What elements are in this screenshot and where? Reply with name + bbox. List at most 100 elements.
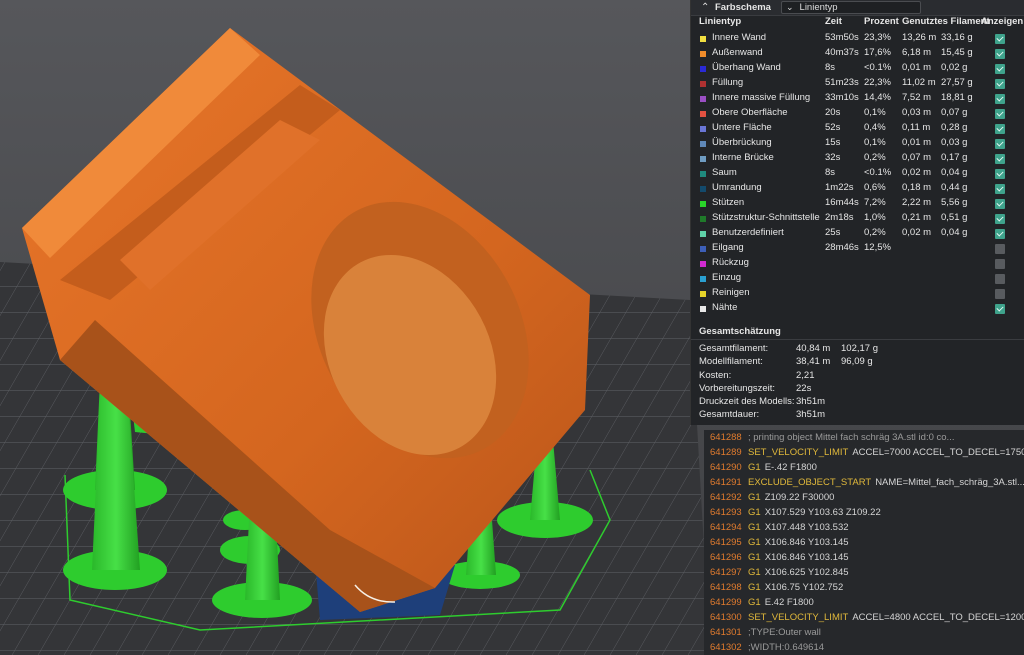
line-type-time: 40m37s (825, 47, 859, 58)
show-checkbox[interactable] (995, 154, 1005, 164)
color-swatch (700, 36, 706, 42)
gcode-arguments: ACCEL=7000 ACCEL_TO_DECEL=1750 SQ... (852, 447, 1024, 458)
summary-value-secondary: 96,09 g (841, 356, 873, 368)
gcode-line-number: 641301 (710, 627, 742, 638)
show-checkbox[interactable] (995, 79, 1005, 89)
show-checkbox[interactable] (995, 64, 1005, 74)
summary-label: Vorbereitungszeit: (699, 382, 776, 394)
line-type-weight: 5,56 g (941, 197, 968, 208)
line-type-percent: 0,2% (864, 227, 886, 238)
gcode-arguments: ;WIDTH:0.649614 (748, 642, 825, 653)
summary-value: 22s (796, 382, 812, 394)
summary-label: Modellfilament: (699, 356, 763, 368)
line-type-length: 0,01 m (902, 62, 932, 73)
gcode-line-number: 641302 (710, 642, 742, 653)
gcode-command: G1 (748, 552, 761, 563)
gcode-line[interactable]: 641302 ;WIDTH:0.649614 (704, 640, 1024, 655)
gcode-arguments: X106.625 Y102.845 (764, 567, 849, 578)
gcode-viewer[interactable]: 641288 ; printing object Mittel fach schr… (704, 430, 1024, 655)
show-checkbox[interactable] (995, 214, 1005, 224)
gcode-arguments: E.42 F1800 (764, 597, 814, 608)
summary-row: Vorbereitungszeit: 22s (691, 383, 1024, 396)
show-checkbox[interactable] (995, 109, 1005, 119)
view-type-select[interactable]: ⌄ Linientyp (780, 1, 921, 14)
line-type-weight: 0,44 g (941, 182, 968, 193)
gcode-arguments: Z109.22 F30000 (764, 492, 835, 503)
color-swatch (700, 96, 706, 102)
gcode-command: G1 (748, 507, 761, 518)
show-checkbox[interactable] (995, 94, 1005, 104)
legend-title: Farbschema (715, 2, 771, 13)
show-checkbox[interactable] (995, 259, 1005, 269)
line-type-weight: 18,81 g (941, 92, 973, 103)
gcode-line[interactable]: 641292 G1 Z109.22 F30000 (704, 490, 1024, 505)
line-type-length: 0,07 m (902, 152, 932, 163)
gcode-line-number: 641295 (710, 537, 742, 548)
line-type-length: 0,01 m (902, 137, 932, 148)
show-checkbox[interactable] (995, 169, 1005, 179)
summary-row: Kosten: 2,21 (691, 370, 1024, 383)
line-type-name: Nähte (712, 302, 738, 313)
line-type-time: 52s (825, 122, 841, 133)
show-checkbox[interactable] (995, 199, 1005, 209)
line-type-length: 0,02 m (902, 167, 932, 178)
gcode-line-number: 641292 (710, 492, 742, 503)
summary-rows: Gesamtfilament: 40,84 m 102,17 g Modellfila… (691, 340, 1024, 423)
collapse-icon[interactable]: ⌃ (701, 2, 715, 13)
gcode-command: G1 (748, 597, 761, 608)
gcode-line-number: 641291 (710, 477, 742, 488)
color-swatch (700, 81, 706, 87)
gcode-line[interactable]: 641301 ;TYPE:Outer wall (704, 625, 1024, 640)
legend-row: Benutzerdefiniert 25s 0,2% 0,02 m 0,04 g (691, 227, 1024, 242)
gcode-line[interactable]: 641296 G1 X106.846 Y103.145 (704, 550, 1024, 565)
show-checkbox[interactable] (995, 124, 1005, 134)
show-checkbox[interactable] (995, 49, 1005, 59)
gcode-line[interactable]: 641295 G1 X106.846 Y103.145 (704, 535, 1024, 550)
line-type-percent: 1,0% (864, 212, 886, 223)
gcode-line[interactable]: 641298 G1 X106.75 Y102.752 (704, 580, 1024, 595)
line-type-weight: 27,57 g (941, 77, 973, 88)
legend-rows: Innere Wand 53m50s 23,3% 13,26 m 33,16 g Auße… (691, 32, 1024, 317)
show-checkbox[interactable] (995, 274, 1005, 284)
line-type-time: 15s (825, 137, 841, 148)
gcode-line[interactable]: 641300 SET_VELOCITY_LIMIT ACCEL=4800 ACCEL… (704, 610, 1024, 625)
summary-row: Gesamtdauer: 3h51m (691, 409, 1024, 422)
show-checkbox[interactable] (995, 244, 1005, 254)
line-type-name: Benutzerdefiniert (712, 227, 784, 238)
gcode-arguments: ACCEL=4800 ACCEL_TO_DECEL=1200 SQ... (852, 612, 1024, 623)
gcode-line[interactable]: 641299 G1 E.42 F1800 (704, 595, 1024, 610)
show-checkbox[interactable] (995, 289, 1005, 299)
gcode-arguments: ; printing object Mittel fach schräg 3A.… (748, 432, 955, 443)
summary-value: 3h51m (796, 409, 826, 421)
col-time: Zeit (825, 16, 842, 27)
gcode-line[interactable]: 641293 G1 X107.529 Y103.63 Z109.22 (704, 505, 1024, 520)
line-type-percent: 0,4% (864, 122, 886, 133)
gcode-line[interactable]: 641294 G1 X107.448 Y103.532 (704, 520, 1024, 535)
line-type-name: Außenwand (712, 47, 763, 58)
col-percent: Prozent (864, 16, 899, 27)
line-type-time: 2m18s (825, 212, 854, 223)
line-type-name: Innere massive Füllung (712, 92, 811, 103)
show-checkbox[interactable] (995, 139, 1005, 149)
gcode-line[interactable]: 641297 G1 X106.625 Y102.845 (704, 565, 1024, 580)
line-type-length: 0,11 m (902, 122, 931, 133)
gcode-line[interactable]: 641291 EXCLUDE_OBJECT_START NAME=Mittel_fa… (704, 475, 1024, 490)
gcode-line[interactable]: 641290 G1 E-.42 F1800 (704, 460, 1024, 475)
line-type-percent: <0.1% (864, 167, 892, 178)
line-type-name: Untere Fläche (712, 122, 772, 133)
show-checkbox[interactable] (995, 34, 1005, 44)
color-swatch (700, 171, 706, 177)
summary-row: Gesamtfilament: 40,84 m 102,17 g (691, 343, 1024, 356)
line-type-percent: 7,2% (864, 197, 886, 208)
show-checkbox[interactable] (995, 229, 1005, 239)
summary-label: Gesamtfilament: (699, 343, 769, 354)
gcode-arguments: X106.75 Y102.752 (764, 582, 844, 593)
line-type-name: Stützstruktur-Schnittstelle (712, 212, 820, 223)
line-type-time: 32s (825, 152, 841, 163)
gcode-line[interactable]: 641289 SET_VELOCITY_LIMIT ACCEL=7000 ACCEL… (704, 445, 1024, 460)
gcode-line[interactable]: 641288 ; printing object Mittel fach schr… (704, 430, 1024, 445)
line-type-name: Rückzug (712, 257, 749, 268)
show-checkbox[interactable] (995, 304, 1005, 314)
show-checkbox[interactable] (995, 184, 1005, 194)
summary-label: Gesamtdauer: (699, 409, 760, 421)
